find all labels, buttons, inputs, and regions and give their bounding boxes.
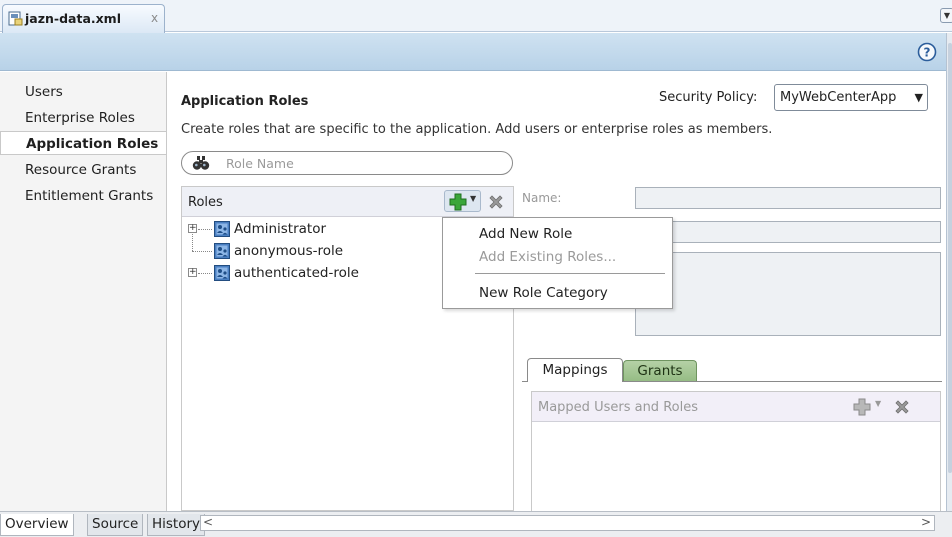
- chevron-down-icon[interactable]: ▼: [875, 399, 881, 408]
- roles-header-label: Roles: [188, 195, 223, 210]
- display-name-field[interactable]: [635, 221, 941, 243]
- role-label: authenticated-role: [234, 265, 359, 281]
- vertical-scrollbar[interactable]: [946, 33, 952, 511]
- menu-item-add-new-role[interactable]: Add New Role: [479, 226, 572, 242]
- app-role-icon: [214, 243, 230, 259]
- help-icon[interactable]: ?: [917, 42, 937, 62]
- menu-item-new-role-category[interactable]: New Role Category: [479, 285, 608, 301]
- tab-history[interactable]: History: [147, 514, 206, 536]
- chevron-down-icon: ▼: [914, 91, 923, 104]
- xml-file-icon: [8, 11, 23, 26]
- nav-item-users[interactable]: Users: [0, 80, 166, 104]
- role-label: Administrator: [234, 221, 327, 237]
- horizontal-scrollbar[interactable]: < >: [200, 515, 935, 531]
- chevron-down-icon: ▼: [470, 194, 477, 203]
- mapped-users-header: Mapped Users and Roles ▼: [532, 392, 940, 422]
- editor-tab-jazn-data[interactable]: jazn-data.xml x: [2, 4, 165, 33]
- tree-connector: [198, 229, 212, 230]
- security-policy-label: Security Policy:: [659, 90, 758, 105]
- description-field[interactable]: [635, 252, 941, 336]
- nav-item-enterprise-roles[interactable]: Enterprise Roles: [0, 106, 166, 130]
- tab-overview[interactable]: Overview: [0, 514, 74, 536]
- editor-tab-title: jazn-data.xml: [25, 11, 121, 26]
- nav-item-application-roles[interactable]: Application Roles: [0, 131, 167, 155]
- close-tab-icon[interactable]: x: [151, 11, 158, 25]
- tab-mappings[interactable]: Mappings: [527, 358, 623, 382]
- tree-connector: [192, 251, 212, 252]
- tab-list-dropdown-icon[interactable]: ▼: [940, 8, 952, 23]
- mapped-users-panel: Mapped Users and Roles ▼: [531, 391, 941, 511]
- editor-tab-bar: jazn-data.xml x ▼: [0, 0, 952, 33]
- security-policy-value: MyWebCenterApp: [780, 90, 897, 105]
- menu-separator: [475, 273, 665, 274]
- editor-toolbar: ?: [0, 33, 946, 71]
- expand-toggle-icon[interactable]: +: [188, 224, 197, 233]
- role-name-search-input[interactable]: [226, 155, 496, 172]
- add-member-icon[interactable]: [852, 398, 872, 416]
- vertical-scrollbar-thumb[interactable]: [948, 43, 952, 473]
- delete-x-icon[interactable]: [892, 397, 912, 417]
- add-role-button[interactable]: ▼: [444, 190, 481, 212]
- security-policy-select[interactable]: MyWebCenterApp ▼: [774, 84, 928, 111]
- left-navigation: Users Enterprise Roles Application Roles…: [0, 72, 167, 511]
- add-role-popup-menu: Add New Role Add Existing Roles... New R…: [442, 217, 673, 309]
- section-description: Create roles that are specific to the ap…: [181, 122, 773, 137]
- mapped-users-header-label: Mapped Users and Roles: [538, 400, 698, 415]
- role-label: anonymous-role: [234, 243, 344, 259]
- tab-grants[interactable]: Grants: [623, 360, 697, 382]
- app-role-icon: [214, 221, 230, 237]
- app-role-icon: [214, 265, 230, 281]
- green-plus-icon: [449, 193, 467, 211]
- name-field[interactable]: [635, 187, 941, 209]
- role-search-box[interactable]: [181, 151, 513, 175]
- delete-x-icon[interactable]: [486, 192, 506, 212]
- menu-item-add-existing-roles: Add Existing Roles...: [479, 249, 617, 265]
- nav-item-resource-grants[interactable]: Resource Grants: [0, 158, 166, 182]
- scroll-right-icon[interactable]: >: [921, 515, 931, 529]
- roles-header: Roles ▼: [182, 187, 513, 217]
- nav-item-entitlement-grants[interactable]: Entitlement Grants: [0, 184, 166, 208]
- section-title: Application Roles: [181, 94, 309, 109]
- tab-source[interactable]: Source: [87, 514, 144, 536]
- tree-connector: [198, 273, 212, 274]
- binoculars-icon[interactable]: [192, 155, 210, 171]
- expand-toggle-icon[interactable]: +: [188, 268, 197, 277]
- scroll-left-icon[interactable]: <: [203, 515, 213, 529]
- name-label: Name:: [522, 191, 562, 205]
- editor-bottom-tabs: Overview Source History < >: [0, 511, 952, 537]
- svg-text:?: ?: [924, 46, 931, 60]
